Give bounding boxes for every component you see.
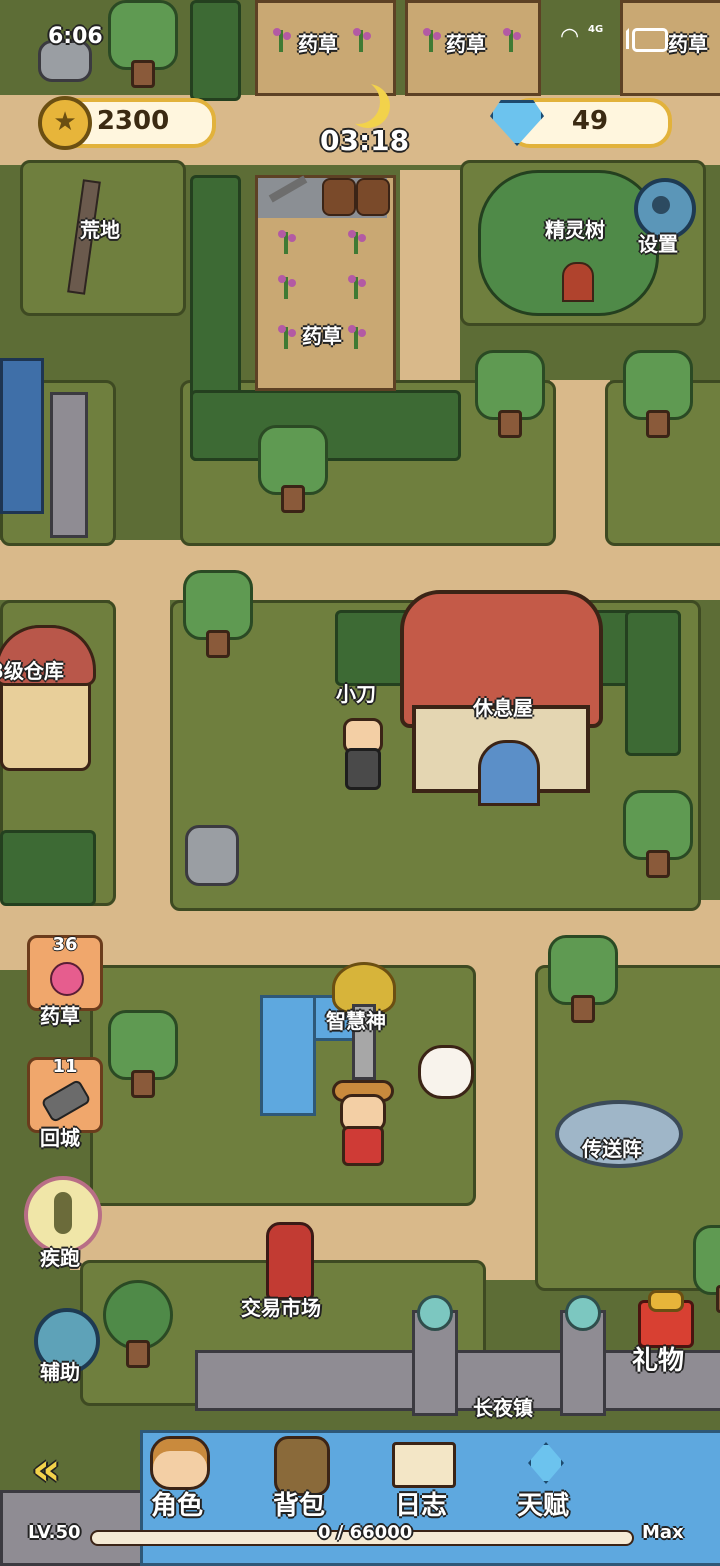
winged-gem-icon <box>528 1442 564 1484</box>
sprint-label: 疾跑 <box>40 1246 80 1270</box>
gate-orb <box>565 1295 601 1331</box>
herb-plant <box>420 28 442 54</box>
gift-button[interactable]: 礼物 <box>630 1290 696 1376</box>
market-stall[interactable] <box>266 1222 314 1300</box>
herb-label: 药草 <box>298 32 338 56</box>
nav-talent[interactable]: 天赋 <box>498 1430 588 1521</box>
dirt-road <box>0 540 720 600</box>
herb-plant <box>345 230 367 256</box>
rest-house-label: 休息屋 <box>473 696 533 720</box>
tree <box>620 790 693 880</box>
herb-plant <box>270 28 292 54</box>
npc-name-label: 小刀 <box>336 682 376 706</box>
character-icon <box>150 1436 210 1490</box>
status-icons: ◠ 4G <box>560 24 680 52</box>
spirit-tree-label: 精灵树 <box>545 218 605 242</box>
herb-plant <box>500 28 522 54</box>
wifi-icon: ◠ <box>560 24 580 49</box>
tree <box>180 570 253 660</box>
tree <box>472 350 545 440</box>
collapse-button[interactable]: « <box>32 1448 60 1492</box>
assist-label: 辅助 <box>40 1360 80 1384</box>
nav-character-label: 角色 <box>150 1491 203 1521</box>
moon-icon <box>336 80 380 124</box>
blue-building[interactable] <box>0 358 44 514</box>
network-label: 4G <box>588 24 604 35</box>
hedge <box>190 0 241 101</box>
teleport-label: 传送阵 <box>582 1137 642 1161</box>
warehouse-label: 3级仓库 <box>0 659 64 683</box>
book-icon <box>392 1442 456 1488</box>
dirt-road <box>110 540 170 980</box>
wisdom-god-label: 智慧神 <box>326 1009 386 1033</box>
gear-hole <box>652 196 670 214</box>
scroll-count: 11 <box>52 1056 78 1077</box>
return-town-label: 回城 <box>40 1126 80 1150</box>
level-label: LV.50 <box>28 1522 81 1543</box>
npc-character[interactable] <box>335 718 385 790</box>
nav-character[interactable]: 角色 <box>132 1430 222 1521</box>
barrel-icon <box>322 178 356 216</box>
player-character[interactable] <box>330 1080 394 1166</box>
herb-plant <box>275 325 297 351</box>
rest-house-door[interactable] <box>478 740 540 806</box>
dirt-road <box>400 170 460 390</box>
scroll-icon <box>40 1078 92 1124</box>
herb-count: 36 <box>52 934 78 955</box>
tree <box>100 1280 173 1370</box>
tree <box>105 0 178 90</box>
tree <box>105 1010 178 1100</box>
rock <box>185 825 239 886</box>
herb-plant <box>345 325 367 351</box>
coin-icon: ★ <box>38 96 92 150</box>
nav-backpack-label: 背包 <box>272 1491 325 1521</box>
settings-label: 设置 <box>638 232 678 256</box>
gift-label: 礼物 <box>632 1346 685 1376</box>
herb-plant <box>275 230 297 256</box>
town-label: 长夜镇 <box>473 1396 533 1420</box>
nav-journal[interactable]: 日志 <box>376 1430 466 1521</box>
tree <box>620 350 693 440</box>
max-label: Max <box>642 1522 684 1543</box>
flower-icon <box>50 962 84 996</box>
tree-house-door <box>562 262 594 302</box>
stone-pillar <box>50 392 88 538</box>
wasteland-label: 荒地 <box>80 218 120 242</box>
herb-plant <box>350 28 372 54</box>
nav-backpack[interactable]: 背包 <box>254 1430 344 1521</box>
herb-field-label: 药草 <box>302 324 342 348</box>
gift-bow <box>648 1290 684 1312</box>
herb-shortcut-label: 药草 <box>40 1004 80 1028</box>
game-clock: 03:18 <box>320 124 410 157</box>
running-person-icon <box>54 1192 72 1234</box>
gate-orb <box>417 1295 453 1331</box>
settings-button[interactable]: 设置 <box>628 176 696 256</box>
status-time: 6:06 <box>48 24 103 49</box>
herb-plant <box>345 275 367 301</box>
exp-progress-text: 0 / 66000 <box>318 1522 413 1543</box>
hedge <box>0 830 96 906</box>
pond <box>260 995 316 1116</box>
battery-icon <box>632 28 668 52</box>
barrel-icon <box>356 178 390 216</box>
market-label: 交易市场 <box>241 1296 321 1320</box>
herb-plant <box>275 275 297 301</box>
ghost-pet[interactable] <box>418 1045 474 1099</box>
nav-journal-label: 日志 <box>394 1491 447 1521</box>
nav-talent-label: 天赋 <box>516 1491 569 1521</box>
herb-label: 药草 <box>446 32 486 56</box>
tree <box>255 425 328 515</box>
hedge <box>625 610 681 756</box>
signal-icon <box>604 28 629 49</box>
dirt-road <box>550 380 610 580</box>
tree <box>545 935 618 1025</box>
